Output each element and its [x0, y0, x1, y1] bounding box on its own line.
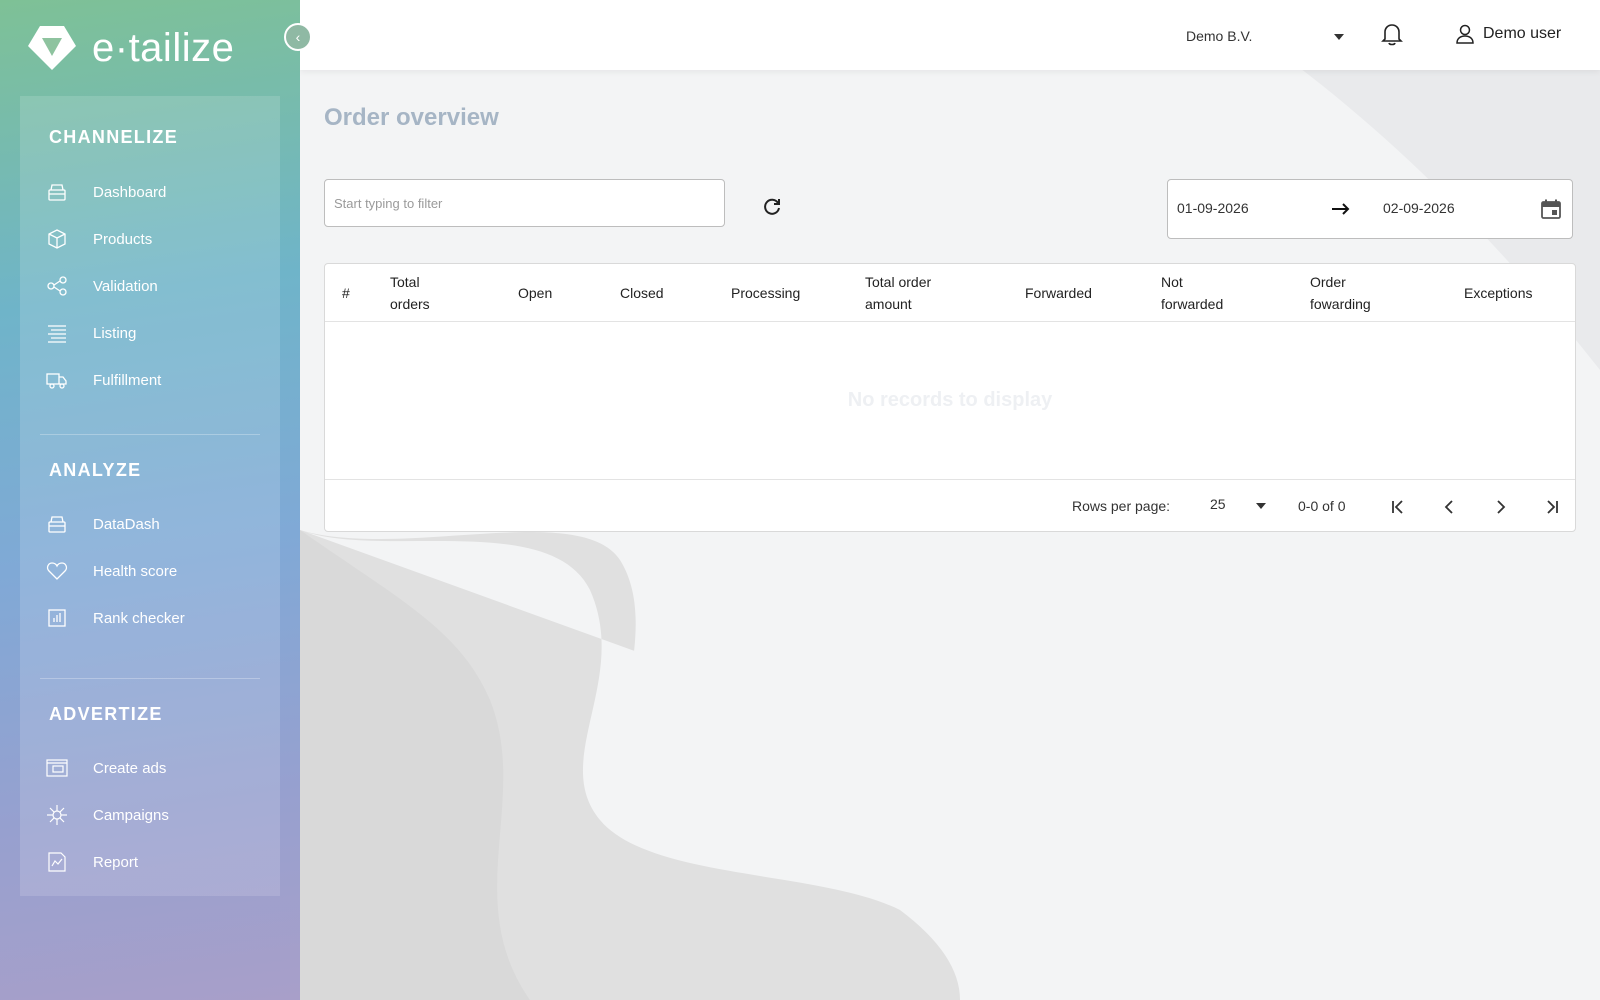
page-title: Order overview	[324, 104, 499, 131]
menu-panel: CHANNELIZE Dashboard Products Validation…	[20, 96, 280, 896]
sidebar: e·tailize CHANNELIZE Dashboard Products …	[0, 0, 300, 1000]
bar-chart-icon	[46, 607, 68, 629]
section-title-analyze: ANALYZE	[49, 460, 142, 480]
empty-state-message: No records to display	[325, 322, 1575, 480]
orders-table: # Total orders Open Closed Processing To…	[324, 263, 1576, 532]
filter-input[interactable]	[324, 179, 725, 227]
table-pagination: Rows per page: 25 0-0 of 0	[325, 480, 1575, 533]
calendar-icon[interactable]	[1540, 198, 1562, 220]
sidebar-item-validation[interactable]: Validation	[46, 268, 266, 304]
last-page-button[interactable]	[1541, 496, 1563, 518]
date-to-field[interactable]: 02-09-2026	[1383, 200, 1455, 216]
bell-icon[interactable]	[1378, 20, 1406, 48]
sidebar-item-dashboard[interactable]: Dashboard	[46, 174, 266, 210]
chevron-left-icon: ‹	[295, 29, 301, 45]
share-nodes-icon	[46, 275, 68, 297]
column-header-order-forwarding[interactable]: Order fowarding	[1310, 264, 1410, 322]
column-header-closed[interactable]: Closed	[620, 264, 664, 322]
sidebar-item-datadash[interactable]: DataDash	[46, 506, 266, 542]
sidebar-item-campaigns[interactable]: Campaigns	[46, 797, 266, 833]
sidebar-item-rank-checker[interactable]: Rank checker	[46, 600, 266, 636]
table-header: # Total orders Open Closed Processing To…	[325, 264, 1575, 322]
date-range-picker: 01-09-2026 02-09-2026	[1167, 179, 1573, 239]
column-header-total-order-amount[interactable]: Total order amount	[865, 264, 985, 322]
box-icon	[46, 228, 68, 250]
column-header-index[interactable]: #	[342, 264, 350, 322]
brand-name: e·tailize	[92, 26, 235, 70]
sidebar-item-listing[interactable]: Listing	[46, 315, 266, 351]
column-header-not-forwarded[interactable]: Not forwarded	[1161, 264, 1261, 322]
first-page-button[interactable]	[1387, 496, 1409, 518]
company-name: Demo B.V.	[1186, 28, 1253, 44]
column-header-forwarded[interactable]: Forwarded	[1025, 264, 1092, 322]
first-page-icon	[1392, 500, 1403, 514]
top-header: Demo B.V. Demo user	[300, 0, 1600, 70]
target-icon	[46, 804, 68, 826]
chevron-down-icon	[1256, 503, 1266, 509]
ads-icon	[46, 757, 68, 779]
previous-page-button[interactable]	[1438, 496, 1460, 518]
sidebar-item-health-score[interactable]: Health score	[46, 553, 266, 589]
user-name: Demo user	[1483, 25, 1562, 42]
column-header-total-orders[interactable]: Total orders	[390, 264, 470, 322]
section-title-channelize: CHANNELIZE	[49, 127, 178, 147]
sidebar-item-fulfillment[interactable]: Fulfillment	[46, 362, 266, 398]
chevron-left-icon	[1444, 500, 1453, 514]
last-page-icon	[1547, 500, 1558, 514]
pagination-range: 0-0 of 0	[1298, 498, 1346, 514]
brand-logo[interactable]: e·tailize	[26, 24, 234, 72]
rows-per-page-select[interactable]: 25	[1210, 496, 1270, 516]
arrow-right-icon	[1332, 203, 1350, 215]
report-icon	[46, 851, 68, 873]
refresh-icon[interactable]	[761, 196, 783, 218]
sidebar-collapse-button[interactable]: ‹	[284, 23, 312, 51]
etailize-logo-icon	[28, 26, 76, 70]
column-header-open[interactable]: Open	[518, 264, 552, 322]
user-icon	[1456, 24, 1474, 44]
section-title-advertize: ADVERTIZE	[49, 704, 163, 724]
sidebar-item-create-ads[interactable]: Create ads	[46, 750, 266, 786]
section-divider	[40, 678, 260, 679]
sidebar-item-report[interactable]: Report	[46, 844, 266, 880]
archive-icon	[46, 513, 68, 535]
section-divider	[40, 434, 260, 435]
user-menu[interactable]: Demo user	[1454, 20, 1561, 48]
column-header-exceptions[interactable]: Exceptions	[1464, 264, 1532, 322]
next-page-button[interactable]	[1490, 496, 1512, 518]
sidebar-item-products[interactable]: Products	[46, 221, 266, 257]
archive-icon	[46, 181, 68, 203]
truck-icon	[46, 369, 68, 391]
column-header-processing[interactable]: Processing	[731, 264, 800, 322]
chevron-down-icon	[1334, 34, 1344, 40]
rows-per-page-label: Rows per page:	[1072, 498, 1171, 514]
date-from-field[interactable]: 01-09-2026	[1177, 200, 1249, 216]
chevron-right-icon	[1497, 500, 1506, 514]
heart-icon	[46, 560, 68, 582]
company-select[interactable]: Demo B.V.	[1186, 24, 1354, 48]
list-lines-icon	[46, 322, 68, 344]
